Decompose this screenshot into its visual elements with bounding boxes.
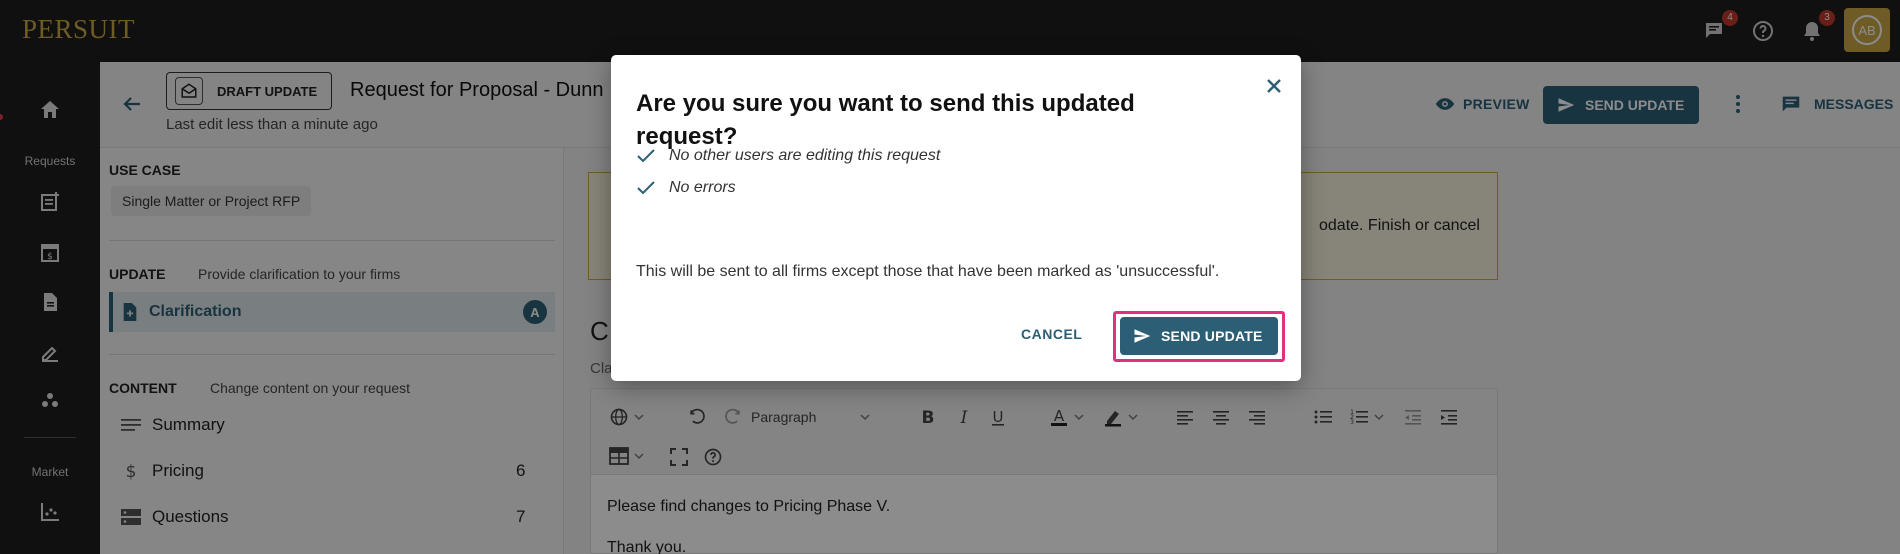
confirm-send-dialog: Are you sure you want to send this updat… — [611, 55, 1301, 381]
check-item-label: No errors — [669, 179, 736, 196]
close-icon[interactable] — [1261, 73, 1287, 99]
send-icon — [1134, 329, 1151, 343]
checkmark-icon — [637, 181, 655, 195]
checkmark-icon — [637, 149, 655, 163]
dialog-message: This will be sent to all firms except th… — [636, 263, 1220, 280]
check-item: No errors — [636, 179, 736, 197]
check-item-label: No other users are editing this request — [669, 147, 941, 164]
dialog-title: Are you sure you want to send this updat… — [636, 90, 1135, 150]
send-update-label: SEND UPDATE — [1161, 328, 1263, 344]
check-item: No other users are editing this request — [636, 147, 940, 165]
send-update-button[interactable]: SEND UPDATE — [1120, 317, 1278, 355]
cancel-button[interactable]: CANCEL — [1021, 319, 1082, 349]
